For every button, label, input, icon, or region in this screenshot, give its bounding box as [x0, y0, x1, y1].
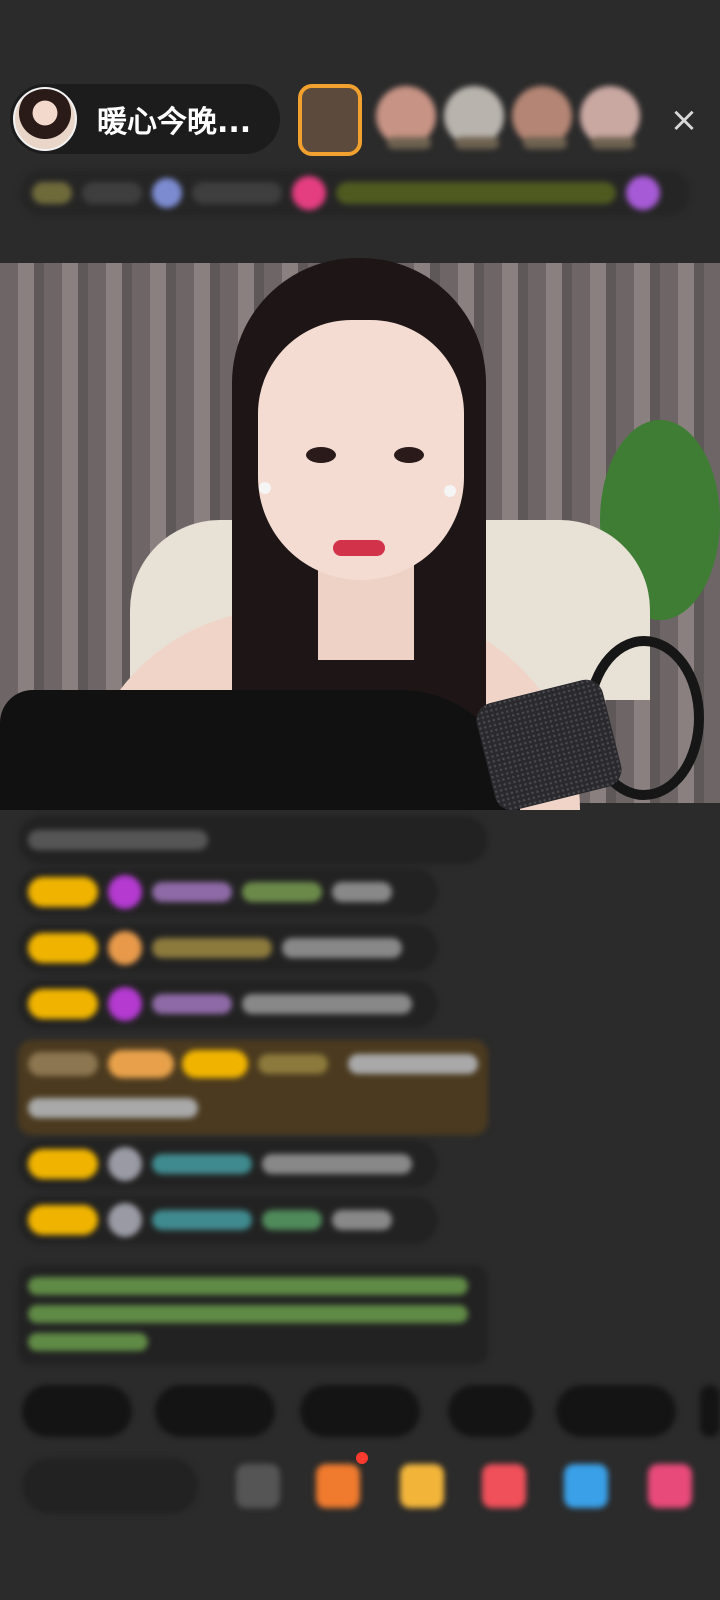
fan-badge-icon: [108, 875, 142, 909]
username[interactable]: [258, 1054, 328, 1074]
viewer-rank-badge: [523, 137, 567, 149]
gift-icon[interactable]: [400, 1464, 444, 1508]
message-text: [282, 938, 402, 958]
viewer-rank-badge: [455, 137, 499, 149]
message-text: [28, 830, 208, 850]
notification-dot: [356, 1452, 368, 1464]
chat-message[interactable]: [18, 1140, 438, 1188]
username[interactable]: [152, 1210, 252, 1230]
quick-reply-button[interactable]: [155, 1385, 275, 1437]
chat-message[interactable]: [18, 868, 438, 916]
medal-badge: [108, 1050, 174, 1078]
shop-icon[interactable]: [648, 1464, 692, 1508]
more-icon[interactable]: [236, 1464, 280, 1508]
highlighted-message[interactable]: [18, 1040, 488, 1135]
streamer-dress: [0, 690, 520, 810]
quick-reply-button[interactable]: [22, 1385, 132, 1437]
system-message: [18, 816, 488, 864]
username[interactable]: [262, 1210, 322, 1230]
username[interactable]: [152, 938, 272, 958]
viewer-avatar[interactable]: [376, 86, 436, 149]
streamer-eye: [394, 447, 424, 463]
chat-message[interactable]: [18, 924, 438, 972]
level-badge: [28, 989, 98, 1019]
message-text: [28, 1098, 198, 1118]
chat-message[interactable]: [18, 980, 438, 1028]
viewer-rank-badge: [387, 137, 431, 149]
stat-chip: [82, 182, 142, 204]
streamer-eye: [306, 447, 336, 463]
streamer-lips: [333, 540, 385, 556]
stats-bar[interactable]: [20, 170, 690, 216]
earring: [444, 485, 456, 497]
quick-reply-button[interactable]: [300, 1385, 420, 1437]
message-text: [242, 994, 412, 1014]
stat-icon: [152, 178, 182, 208]
notice-text: [28, 1305, 468, 1323]
username[interactable]: [152, 882, 232, 902]
stat-icon: [626, 176, 660, 210]
notice-text: [28, 1277, 468, 1295]
level-badge: [28, 1205, 98, 1235]
username[interactable]: [152, 994, 232, 1014]
message-text: [262, 1154, 412, 1174]
username[interactable]: [242, 882, 322, 902]
chat-message[interactable]: [18, 1196, 438, 1244]
close-icon[interactable]: ×: [664, 100, 704, 140]
level-badge: [28, 1052, 98, 1076]
level-badge: [28, 1149, 98, 1179]
stat-chip: [336, 182, 616, 204]
quick-reply-button[interactable]: [700, 1385, 720, 1437]
notice-text: [28, 1333, 148, 1351]
chat-input[interactable]: [22, 1458, 198, 1514]
host-profile-pill[interactable]: 暖心今晚...: [10, 84, 280, 154]
stat-chip: [32, 182, 72, 204]
level-badge: [182, 1050, 248, 1078]
message-text: [348, 1054, 478, 1074]
level-badge: [28, 933, 98, 963]
gift-box-icon[interactable]: [316, 1464, 360, 1508]
host-avatar[interactable]: [13, 87, 77, 151]
quick-reply-button[interactable]: [448, 1385, 533, 1437]
level-badge: [28, 877, 98, 907]
system-notice: [18, 1265, 488, 1365]
message-text: [332, 882, 392, 902]
earring: [259, 482, 271, 494]
host-name: 暖心今晚...: [97, 105, 252, 140]
viewer-avatar[interactable]: [444, 86, 504, 149]
stat-icon: [292, 176, 326, 210]
stat-chip: [192, 182, 282, 204]
top-viewer-avatar[interactable]: [298, 84, 362, 156]
message-text: [332, 1210, 392, 1230]
viewer-rank-badge: [591, 137, 635, 149]
fan-badge-icon: [108, 987, 142, 1021]
fan-badge-icon: [108, 1203, 142, 1237]
viewer-avatar[interactable]: [580, 86, 640, 149]
game-icon[interactable]: [564, 1464, 608, 1508]
fan-badge-icon: [108, 931, 142, 965]
quick-reply-button[interactable]: [556, 1385, 676, 1437]
fan-badge-icon: [108, 1147, 142, 1181]
viewer-avatar[interactable]: [512, 86, 572, 149]
red-packet-icon[interactable]: [482, 1464, 526, 1508]
username[interactable]: [152, 1154, 252, 1174]
